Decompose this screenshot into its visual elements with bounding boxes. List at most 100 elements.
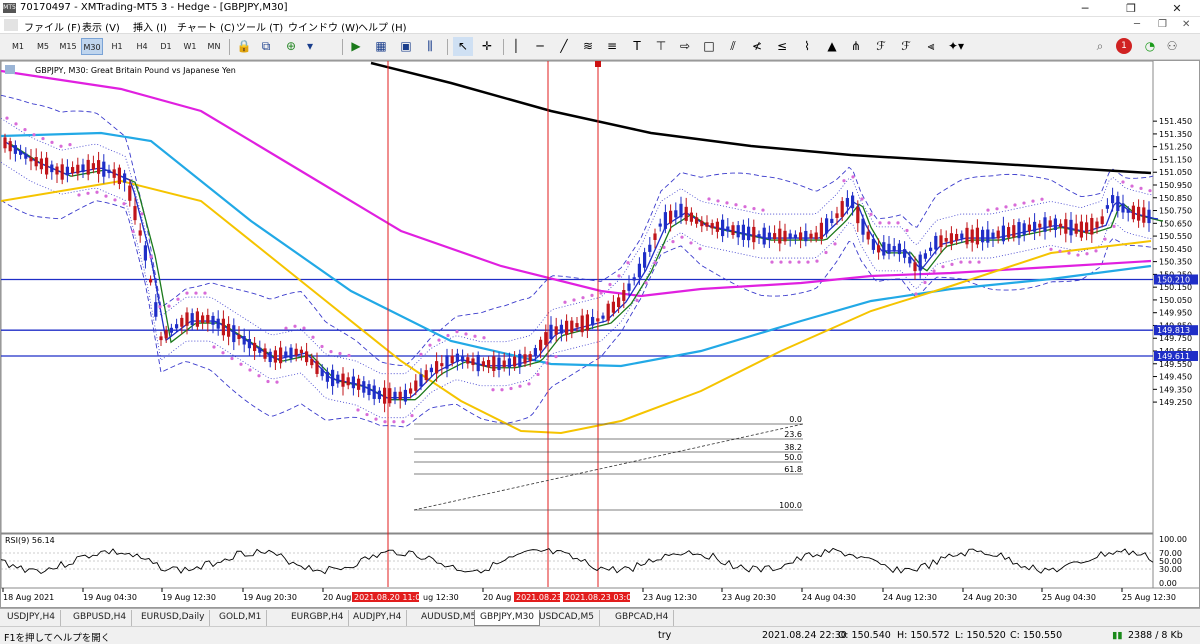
sar-dot [563,300,567,304]
vertical-line-icon[interactable]: │ [506,37,526,56]
time-axis-label: 19 Aug 04:30 [83,593,137,602]
rectangle-icon[interactable]: □ [699,37,719,56]
candle-body [362,381,366,393]
channel-icon[interactable]: ⌇ [797,37,817,56]
timeframe-m30[interactable]: M30 [81,38,103,55]
search-icon[interactable]: ⌕ [1090,37,1110,56]
sar-dot [59,144,63,148]
sar-dot [599,291,603,295]
sar-dot [536,372,540,377]
timeframe-m5[interactable]: M5 [32,38,54,55]
elliott-icon[interactable]: ≤ [772,37,792,56]
account-icon[interactable]: ⚇ [1162,37,1182,56]
candle-body [762,227,766,245]
sar-dot [509,386,513,391]
menu-window[interactable]: ウインドウ (W) [288,19,359,34]
chart-canvas[interactable]: 151.450 151.350 151.250 151.150 151.050 150.9… [0,60,1199,607]
arrow-shape-icon[interactable]: ⇨ [675,37,695,56]
chart-shift-icon[interactable]: ▦ [371,37,391,56]
fibo-timezones-icon[interactable]: ℱ [896,37,916,56]
fibo-retracement-icon[interactable]: ≡ [602,37,622,56]
equidistant-channel-icon[interactable]: ≋ [578,37,598,56]
restore-button[interactable]: ❐ [1108,0,1154,17]
chart-tab[interactable]: GOLD,M1 [214,610,268,626]
indicators-icon[interactable]: ⊕ [281,37,301,56]
app-icon: MT5 [3,3,16,13]
menu-tools[interactable]: ツール (T) [236,19,283,34]
chart-tab[interactable]: GBPUSD,H4 [68,610,133,626]
candle-body [487,359,491,368]
timeframe-w1[interactable]: W1 [179,38,201,55]
autoscroll-icon[interactable]: ▶ [346,37,366,56]
timeframe-h4[interactable]: H4 [131,38,153,55]
candle-body [949,233,953,244]
chart-tab[interactable]: USDJPY,H4 [2,610,61,626]
period-separator-icon[interactable]: ⫼ [420,37,440,56]
candle-body [180,317,184,327]
template-dropdown-icon[interactable]: ▾ [300,37,320,56]
signal-icon[interactable]: ◔ [1140,37,1160,56]
chart-tab[interactable]: AUDJPY,H4 [348,610,408,626]
chart-tab[interactable]: EURGBP,H4 [286,610,350,626]
candle-body [814,232,818,240]
candle-body [637,263,641,278]
time-axis-label: 23 Aug 12:30 [643,593,697,602]
chart-tab[interactable]: GBPCAD,H4 [610,610,675,626]
candle-body [169,327,173,333]
candle-body [934,235,938,250]
mdi-close-button[interactable]: ✕ [1182,19,1190,30]
timeframe-h1[interactable]: H1 [106,38,128,55]
timeframe-mn[interactable]: MN [203,38,225,55]
pitchfork-icon[interactable]: ⋔ [846,37,866,56]
lock-icon[interactable]: 🔒 [234,37,254,56]
menu-file[interactable]: ファイル (F) [24,19,81,34]
candle-body [419,374,423,387]
crosshair-icon[interactable]: ✛ [477,37,497,56]
fibo-expansion-icon[interactable]: ⫷ [921,37,941,56]
gann-line-icon[interactable]: ⫽ [723,37,743,56]
horizontal-line-icon[interactable]: ─ [530,37,550,56]
trendline-icon[interactable]: ╱ [554,37,574,56]
timeframe-d1[interactable]: D1 [155,38,177,55]
notification-icon[interactable]: 1 [1116,38,1132,54]
chart-symbol-label: GBPJPY, M30: Great Britain Pound vs Japa… [35,66,236,75]
price-label: 150.550 [1159,232,1192,241]
menu-insert[interactable]: 挿入 (I) [133,19,167,34]
arrow-up-icon[interactable]: ▲ [822,37,842,56]
timeframe-m1[interactable]: M1 [7,38,29,55]
mdi-minimize-button[interactable]: ─ [1134,19,1140,30]
cursor-icon[interactable]: ↖ [453,37,473,56]
objects-icon[interactable]: ⧉ [256,37,276,56]
close-button[interactable]: ✕ [1154,0,1200,17]
menu-view[interactable]: 表示 (V) [82,19,120,34]
candle-body [45,157,49,175]
chart-tab[interactable]: AUDUSD,M5 [416,610,483,626]
chart-tab[interactable]: GBPJPY,M30 [474,610,541,626]
candle-body [877,245,881,253]
candle-body [201,315,205,323]
text-icon[interactable]: T [627,37,647,56]
mdi-restore-button[interactable]: ❐ [1158,19,1167,30]
candle-body [284,351,288,357]
menu-chart[interactable]: チャート (C) [177,19,235,34]
menu-bar: ファイル (F) 表示 (V) 挿入 (I) チャート (C) ツール (T) … [0,17,1200,34]
chart-window[interactable]: 151.450 151.350 151.250 151.150 151.050 150.9… [0,60,1200,608]
chart-tab[interactable]: USDCAD,M5 [534,610,600,626]
menu-help[interactable]: ヘルプ (H) [358,19,407,34]
price-tag-text: 149.611 [1157,352,1190,361]
chart-tab[interactable]: EURUSD,Daily [136,610,211,626]
zoom-icon[interactable]: ▣ [396,37,416,56]
more-shapes-icon[interactable]: ✦▾ [946,37,966,56]
candle-body [357,378,361,390]
candle-body [695,217,699,224]
candle-body [227,323,231,337]
candle-body [918,254,922,271]
candle-body [164,330,168,339]
minimize-button[interactable]: ─ [1062,0,1108,17]
chart-system-icon[interactable] [4,19,18,31]
fibo-arcs-icon[interactable]: ℱ [871,37,891,56]
status-bar: F1を押してヘルプを開く try 2021.08.24 22:30 O: 150… [0,626,1200,644]
fibo-fan-icon[interactable]: ≮ [747,37,767,56]
text-label-icon[interactable]: ⊤ [651,37,671,56]
timeframe-m15[interactable]: M15 [57,38,79,55]
